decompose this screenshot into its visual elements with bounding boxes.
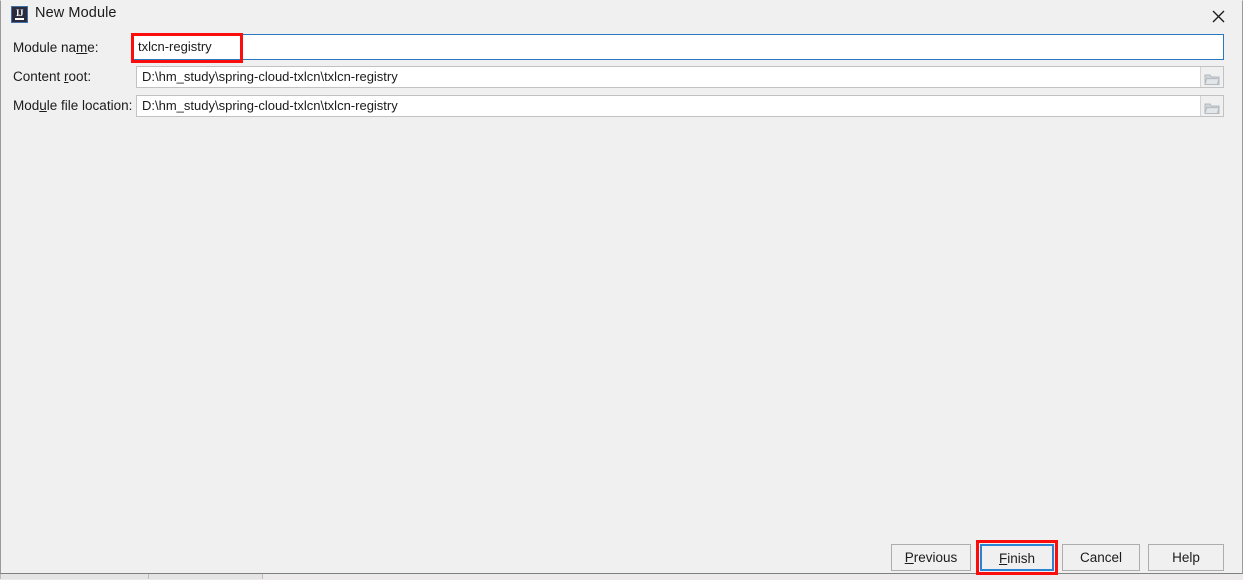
- btn-text-post: inish: [1007, 551, 1035, 566]
- taskbar-segment: [148, 574, 263, 579]
- new-module-dialog: IJ New Module Module name: txlcn-registr…: [0, 0, 1243, 575]
- content-root-label: Content root:: [13, 69, 91, 84]
- label-text-pre: Mod: [13, 98, 40, 113]
- dialog-title: New Module: [35, 5, 117, 21]
- cancel-button[interactable]: Cancel: [1062, 544, 1140, 571]
- label-text-post: oot:: [68, 69, 92, 84]
- label-mnemonic: u: [39, 98, 47, 113]
- folder-icon: [1204, 72, 1220, 87]
- label-text-pre: Content: [13, 69, 65, 84]
- module-file-location-label: Module file location:: [13, 98, 132, 113]
- label-text-post: le file location:: [46, 98, 133, 113]
- btn-mnemonic: F: [998, 551, 1008, 566]
- label-text-pre: Module na: [13, 40, 77, 55]
- content-root-browse-button[interactable]: [1200, 67, 1223, 87]
- help-button[interactable]: Help: [1148, 544, 1224, 571]
- taskbar-segment: [0, 574, 150, 579]
- module-file-location-value: D:\hm_study\spring-cloud-txlcn\txlcn-reg…: [142, 98, 398, 113]
- module-file-location-field[interactable]: D:\hm_study\spring-cloud-txlcn\txlcn-reg…: [136, 95, 1224, 117]
- content-root-value: D:\hm_study\spring-cloud-txlcn\txlcn-reg…: [142, 69, 398, 84]
- btn-text-pre: Cancel: [1079, 550, 1123, 565]
- folder-icon: [1204, 101, 1220, 116]
- btn-text-pre: Help: [1172, 550, 1200, 565]
- btn-text-post: revious: [913, 550, 958, 565]
- dialog-titlebar: IJ New Module: [1, 1, 1242, 29]
- content-root-field[interactable]: D:\hm_study\spring-cloud-txlcn\txlcn-reg…: [136, 66, 1224, 88]
- previous-button[interactable]: Previous: [891, 544, 971, 571]
- btn-mnemonic: P: [904, 550, 914, 565]
- module-name-label: Module name:: [13, 40, 99, 55]
- label-mnemonic: m: [76, 40, 88, 55]
- module-file-location-browse-button[interactable]: [1200, 96, 1223, 116]
- intellij-idea-icon: IJ: [11, 6, 28, 23]
- close-icon[interactable]: [1196, 1, 1242, 29]
- finish-button[interactable]: Finish: [980, 544, 1054, 571]
- module-name-field[interactable]: txlcn-registry: [132, 34, 1224, 60]
- label-text-post: e:: [87, 40, 99, 55]
